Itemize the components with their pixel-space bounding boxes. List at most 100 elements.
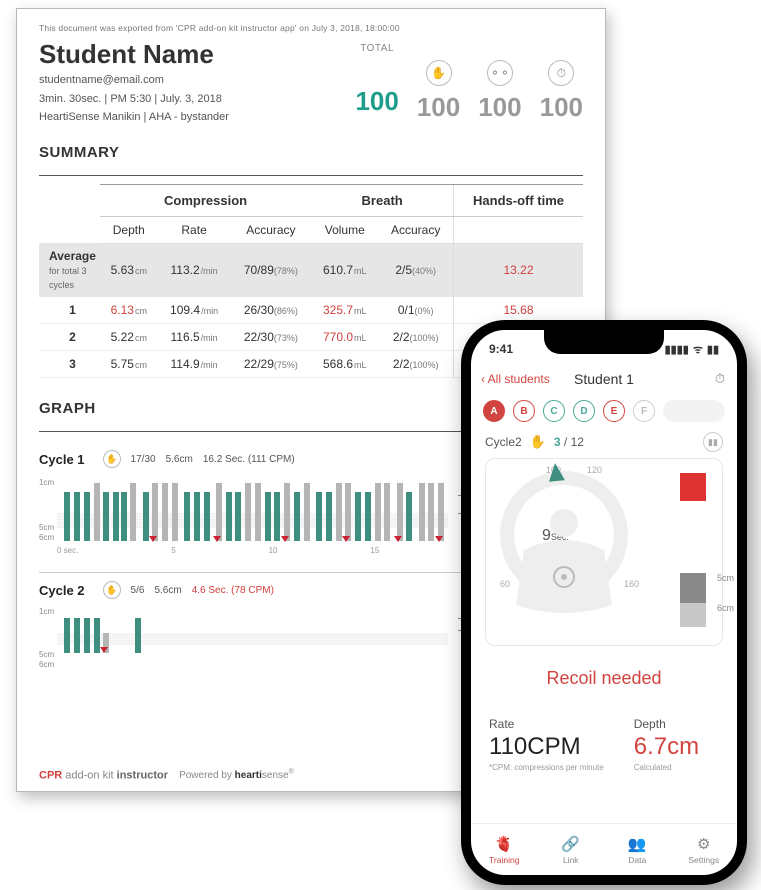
- compression-bars: [57, 474, 448, 544]
- cycle-indicator-row: Cycle2 ✋ 3 / 12 ▮▮: [471, 432, 737, 458]
- cell-value: 114.9: [171, 357, 200, 371]
- cycle1-depth: 5.6cm: [166, 454, 193, 465]
- y-axis-label: 1cm: [39, 607, 54, 616]
- export-note: This document was exported from 'CPR add…: [39, 23, 583, 33]
- cell-hands-off: 13.22: [454, 243, 583, 297]
- avg-label: Average: [49, 249, 96, 263]
- col-breath: Breath: [311, 184, 453, 216]
- tab-label: Settings: [688, 855, 719, 865]
- cycle1-time: 16.2 Sec. (111 CPM): [203, 454, 295, 465]
- depth-label: Depth: [634, 717, 699, 731]
- tab-link[interactable]: 🔗 Link: [538, 824, 605, 875]
- score-strip: TOTAL 100 ✋ 100 ⚬⚬ 100 ⏱ 100: [355, 43, 583, 123]
- x-tick: 15: [370, 546, 379, 562]
- cell-value: 116.5: [171, 330, 200, 344]
- cell-value: 770.0: [323, 330, 353, 344]
- tab-label: Data: [628, 855, 646, 865]
- signal-icon: ▮▮▮▮: [665, 343, 689, 356]
- cell-value: 109.4: [170, 303, 200, 317]
- pill-a[interactable]: A: [483, 400, 505, 422]
- cell-value: 113.2: [171, 263, 200, 277]
- data-icon: 👥: [628, 835, 647, 853]
- pill-c[interactable]: C: [543, 400, 565, 422]
- pill-f[interactable]: F: [633, 400, 655, 422]
- cell-value: 5.75: [111, 357, 134, 371]
- hand-icon: ✋: [103, 450, 121, 468]
- app-header: ‹ All students Student 1 ⏱: [471, 364, 737, 394]
- hand-icon: ✋: [530, 434, 546, 450]
- rate-label: Rate: [489, 717, 604, 731]
- cycle2-depth: 5.6cm: [154, 585, 181, 596]
- avg-sublabel: for total 3 cycles: [49, 266, 87, 290]
- cell-value: 325.7: [323, 303, 353, 317]
- col-volume: Volume: [311, 216, 378, 243]
- col-rate: Rate: [158, 216, 231, 243]
- cell-value: 6.13: [111, 303, 134, 317]
- tab-data[interactable]: 👥 Data: [604, 824, 671, 875]
- lungs-icon: ⚬⚬: [487, 60, 513, 86]
- x-tick: 10: [269, 546, 278, 562]
- cycle1-comp-acc: 17/30: [131, 454, 156, 465]
- live-panel: 100 120 60 160 9Sec. 5c: [485, 458, 723, 646]
- pause-button[interactable]: ▮▮: [703, 432, 723, 452]
- rate-sub: *CPM: compressions per minute: [489, 763, 604, 772]
- timer-icon[interactable]: ⏱: [715, 371, 725, 387]
- score-breath: ⚬⚬ 100: [478, 43, 521, 123]
- cell-value: 0/1: [398, 303, 415, 317]
- score-total-value: 100: [355, 86, 398, 117]
- feedback-text: Recoil needed: [471, 668, 737, 689]
- tab-training[interactable]: 🫀 Training: [471, 824, 538, 875]
- cell-value: 2/5: [395, 263, 412, 277]
- phone-notch: [544, 330, 664, 354]
- cell-value: 70/89: [244, 263, 274, 277]
- tab-settings[interactable]: ⚙ Settings: [671, 824, 738, 875]
- cell-value: 5.63: [111, 263, 134, 277]
- pill-d[interactable]: D: [573, 400, 595, 422]
- depth-5cm-label: 5cm: [717, 573, 734, 583]
- depth-bar: 5cm 6cm: [680, 473, 706, 631]
- col-accuracy-c: Accuracy: [231, 216, 312, 243]
- device-line: HeartiSense Manikin | AHA - bystander: [39, 109, 229, 126]
- compression-bars: [57, 605, 448, 655]
- link-icon: 🔗: [561, 835, 580, 853]
- score-total: TOTAL 100: [355, 43, 398, 117]
- y-axis-label: 6cm: [39, 660, 54, 669]
- cell-value: 2/2: [393, 357, 410, 371]
- cycle-number: 2: [39, 324, 100, 351]
- tab-label: Training: [489, 855, 519, 865]
- pill-b[interactable]: B: [513, 400, 535, 422]
- score-breath-value: 100: [478, 92, 521, 123]
- depth-6cm-label: 6cm: [717, 603, 734, 613]
- cycle-label: Cycle2: [485, 435, 522, 449]
- col-compression: Compression: [100, 184, 311, 216]
- x-tick: 5: [171, 546, 175, 562]
- student-name: Student Name: [39, 39, 229, 70]
- cycle2-title: Cycle 2: [39, 583, 85, 598]
- report-header: Student Name studentname@email.com 3min.…: [39, 39, 583, 126]
- metrics-row: Rate 110CPM *CPM: compressions per minut…: [471, 689, 737, 772]
- cell-value: 26/30: [244, 303, 274, 317]
- gauge-tick: 120: [587, 465, 602, 475]
- score-total-label: TOTAL: [355, 43, 398, 54]
- col-depth: Depth: [100, 216, 158, 243]
- cycle2-time: 4.6 Sec. (78 CPM): [192, 585, 274, 596]
- depth-metric: Depth 6.7cm Calculated: [634, 717, 699, 772]
- y-axis-label: 6cm: [39, 533, 54, 542]
- cycle-number: 3: [39, 351, 100, 378]
- gauge-tick: 160: [624, 579, 639, 589]
- brand-cpr: CPR: [39, 769, 62, 781]
- back-button[interactable]: ‹ All students: [481, 372, 550, 386]
- cell-value: 22/29: [244, 357, 274, 371]
- cell-value: 5.22: [111, 330, 134, 344]
- divider: [39, 175, 583, 176]
- pill-e[interactable]: E: [603, 400, 625, 422]
- tab-label: Link: [563, 855, 579, 865]
- cell-value: 22/30: [244, 330, 274, 344]
- rate-metric: Rate 110CPM *CPM: compressions per minut…: [489, 717, 604, 772]
- status-icons: ▮▮▮▮ ᯤ ▮▮: [665, 342, 719, 357]
- depth-value: 6.7cm: [634, 733, 699, 761]
- score-timer-value: 100: [540, 92, 583, 123]
- y-axis-label: 5cm: [39, 650, 54, 659]
- student-email: studentname@email.com: [39, 72, 229, 89]
- gauge-needle: [547, 462, 565, 482]
